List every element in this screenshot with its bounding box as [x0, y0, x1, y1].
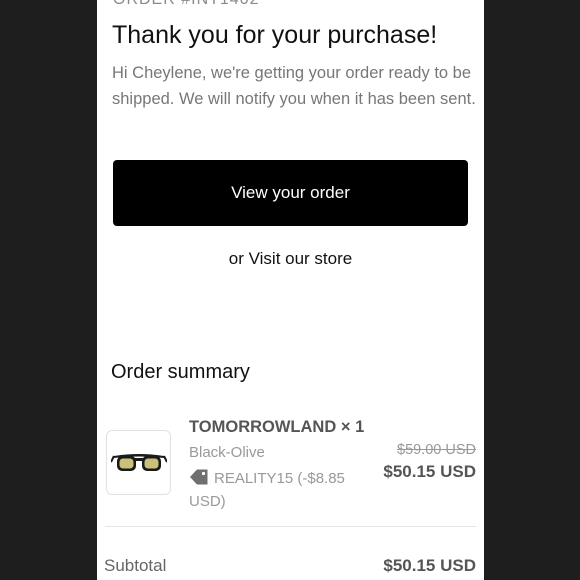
confirmation-message: Hi Cheylene, we're getting your order re…	[112, 64, 476, 108]
subtotal-label: Subtotal	[104, 556, 167, 575]
product-thumbnail	[106, 430, 171, 495]
product-variant: Black-Olive	[189, 444, 265, 461]
divider	[105, 526, 476, 527]
subtotal-value: $50.15 USD	[383, 556, 476, 575]
page-title: Thank you for your purchase!	[112, 21, 438, 49]
screen: ORDER #INT1402 Thank you for your purcha…	[0, 0, 580, 580]
sunglasses-icon	[110, 453, 167, 471]
original-price: $59.00 USD	[397, 442, 476, 458]
email-content: ORDER #INT1402 Thank you for your purcha…	[97, 0, 484, 580]
view-order-button[interactable]: View your order	[113, 160, 468, 226]
tag-icon	[189, 468, 209, 492]
visit-store-row: or Visit our store	[97, 249, 484, 269]
product-name: TOMORROWLAND × 1	[189, 418, 365, 436]
or-text: or	[228, 249, 244, 268]
discount-text: REALITY15 (-$8.85 USD)	[189, 470, 345, 510]
order-number: ORDER #INT1402	[113, 0, 260, 9]
view-order-button-label: View your order	[231, 183, 350, 202]
discount-code: REALITY15 (-$8.85 USD)	[189, 468, 359, 512]
final-price: $50.15 USD	[383, 462, 476, 481]
order-summary-title: Order summary	[111, 361, 250, 383]
visit-store-link[interactable]: Visit our store	[249, 249, 353, 268]
